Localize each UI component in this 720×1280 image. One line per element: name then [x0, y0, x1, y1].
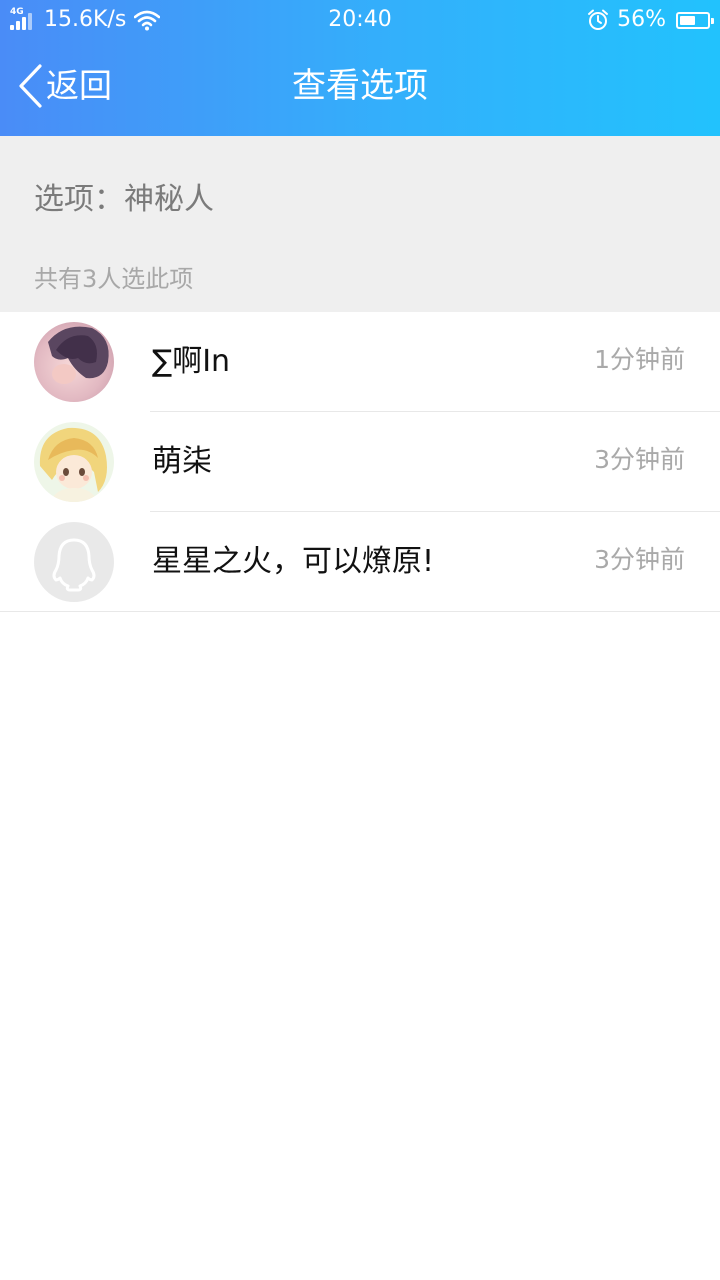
- vote-time: 3分钟前: [594, 545, 685, 574]
- vote-time: 3分钟前: [594, 445, 685, 474]
- vote-time: 1分钟前: [594, 345, 685, 374]
- battery-fill: [680, 15, 695, 25]
- back-label: 返回: [46, 66, 112, 105]
- photo-avatar-icon: [34, 322, 114, 402]
- voter-count: 共有3人选此项: [34, 265, 194, 293]
- battery-icon: [676, 11, 714, 29]
- voter-name: ∑啊In: [152, 344, 231, 379]
- battery-percent: 56%: [617, 7, 666, 32]
- alarm-clock-icon: [588, 9, 609, 30]
- nav-bar: 返回 查看选项: [0, 40, 720, 136]
- chevron-left-icon: [19, 64, 42, 108]
- option-summary: 选项：神秘人 共有3人选此项: [0, 136, 720, 312]
- default-penguin-avatar-icon: [34, 522, 114, 602]
- status-right: 56%: [587, 6, 714, 34]
- list-item[interactable]: ∑啊In 1分钟前: [0, 312, 720, 412]
- app-header: 4G 15.6K/s 20:40 56% 返回 查看选项: [0, 0, 720, 136]
- list-item[interactable]: 萌柒 3分钟前: [0, 412, 720, 512]
- back-button[interactable]: 返回: [16, 62, 112, 110]
- voter-name: 星星之火，可以燎原!: [152, 544, 435, 579]
- voter-list: ∑啊In 1分钟前 萌柒 3分钟前 星星之火，可以燎原! 3分钟前: [0, 312, 720, 612]
- option-label: 选项：神秘人: [34, 182, 214, 217]
- anime-avatar-icon: [34, 422, 114, 502]
- status-bar: 4G 15.6K/s 20:40 56%: [0, 0, 720, 40]
- voter-name: 萌柒: [152, 444, 212, 479]
- list-item[interactable]: 星星之火，可以燎原! 3分钟前: [0, 512, 720, 612]
- row-divider: [0, 611, 720, 612]
